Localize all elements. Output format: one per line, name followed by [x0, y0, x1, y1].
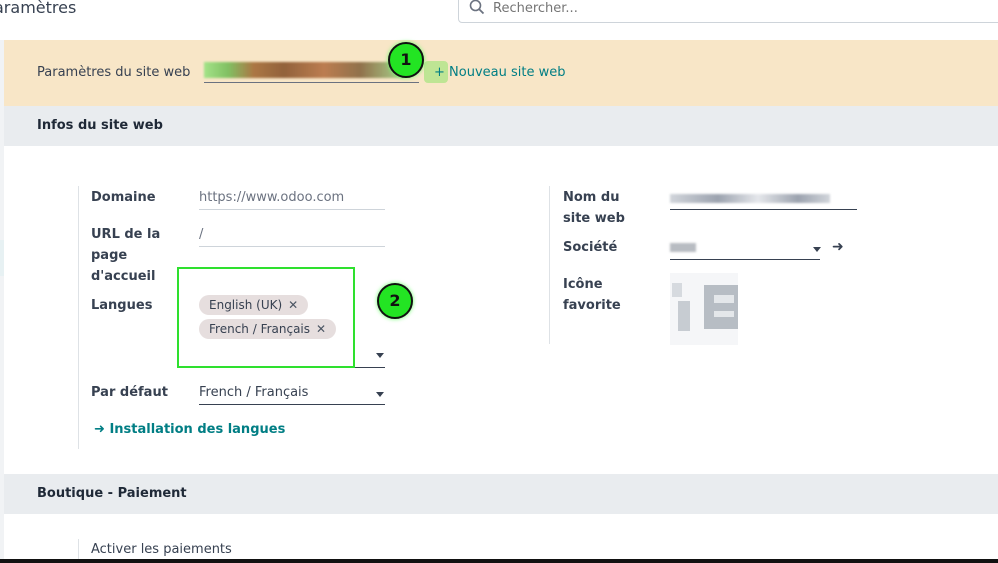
- home-url-value: /: [199, 227, 204, 242]
- arrow-right-icon: ➜: [94, 422, 105, 437]
- activate-payments-label: Activer les paiements: [91, 542, 232, 557]
- favicon-pixel: [704, 285, 738, 329]
- website-name-label: Nom du site web: [563, 187, 625, 229]
- left-column-divider: [78, 186, 79, 449]
- company-value: [670, 243, 696, 252]
- favicon-label-line-2: favorite: [563, 298, 621, 313]
- chevron-down-icon[interactable]: [376, 353, 384, 358]
- section-title-shop-payment: Boutique - Paiement: [37, 486, 187, 501]
- website-selector-value: [204, 62, 404, 78]
- website-selector[interactable]: ▾: [204, 60, 419, 83]
- website-name-label-line-2: site web: [563, 211, 625, 226]
- website-name-label-line-1: Nom du: [563, 190, 620, 205]
- home-url-label-line-2: page: [91, 248, 128, 263]
- annotation-marker-1: 1: [388, 42, 424, 78]
- favicon-label-line-1: Icône: [563, 277, 603, 292]
- new-website-link[interactable]: + Nouveau site web: [424, 61, 566, 83]
- search-input[interactable]: [491, 0, 975, 17]
- favicon-image[interactable]: [670, 273, 738, 345]
- arrow-right-icon[interactable]: ➜: [832, 239, 844, 255]
- top-bar: aramètres: [0, 0, 998, 41]
- favicon-pixel: [714, 295, 734, 303]
- section-title-site-info: Infos du site web: [37, 118, 163, 133]
- right-column-divider: [549, 186, 550, 344]
- favicon-label: Icône favorite: [563, 274, 621, 316]
- default-language-label: Par défaut: [91, 385, 168, 400]
- search-box[interactable]: [458, 0, 998, 23]
- default-language-value: French / Français: [199, 385, 309, 400]
- domain-placeholder: https://www.odoo.com: [199, 190, 345, 205]
- favicon-pixel: [714, 311, 734, 317]
- website-name-field[interactable]: [670, 187, 857, 210]
- chevron-down-icon[interactable]: [376, 392, 384, 397]
- domain-label: Domaine: [91, 190, 156, 205]
- payment-column-divider: [78, 539, 79, 559]
- new-website-label: + Nouveau site web: [434, 65, 566, 80]
- chevron-down-icon[interactable]: [813, 247, 821, 252]
- company-select[interactable]: [670, 237, 820, 260]
- website-settings-banner: Paramètres du site web ▾ + Nouveau site …: [4, 40, 998, 106]
- favicon-pixel: [672, 283, 682, 297]
- install-languages-label: Installation des langues: [109, 422, 286, 437]
- favicon-pixel: [678, 301, 690, 331]
- home-url-label-line-3: d'accueil: [91, 269, 156, 284]
- bottom-edge: [0, 559, 998, 563]
- website-settings-label: Paramètres du site web: [37, 65, 191, 80]
- annotation-highlight-box: [177, 267, 355, 368]
- section-header-shop-payment: Boutique - Paiement: [4, 474, 998, 514]
- website-name-value: [670, 194, 830, 203]
- home-url-field[interactable]: /: [199, 224, 385, 247]
- home-url-label: URL de la page d'accueil: [91, 224, 160, 287]
- domain-field[interactable]: https://www.odoo.com: [199, 187, 385, 210]
- page-title: aramètres: [0, 0, 77, 17]
- section-header-site-info: Infos du site web: [4, 106, 998, 146]
- install-languages-link[interactable]: ➜ Installation des langues: [94, 422, 285, 437]
- company-label: Société: [563, 240, 618, 255]
- annotation-marker-2: 2: [377, 283, 413, 319]
- home-url-label-line-1: URL de la: [91, 227, 161, 242]
- languages-label: Langues: [91, 298, 153, 313]
- default-language-select[interactable]: French / Français: [199, 382, 385, 405]
- search-icon: [469, 0, 485, 15]
